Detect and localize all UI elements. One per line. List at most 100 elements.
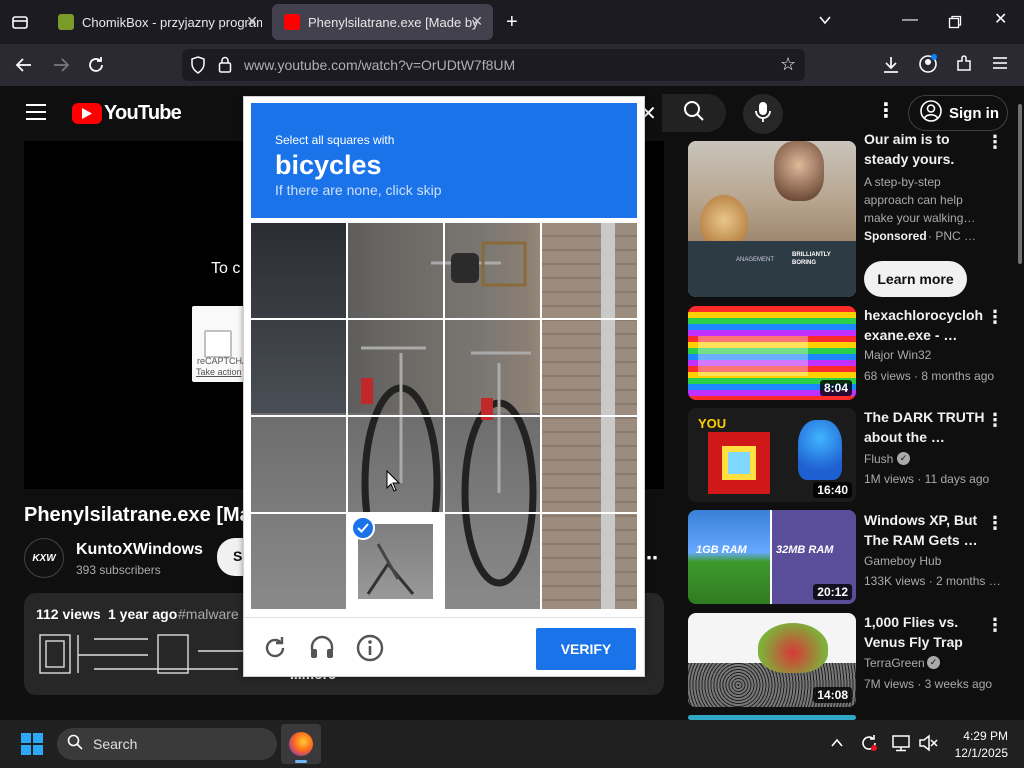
sidebar-video-more-icon[interactable]: ⋮ (986, 513, 1004, 534)
tab-chomikbox[interactable]: ChomikBox - przyjazny program ✕ (46, 4, 268, 40)
address-bar[interactable]: www.youtube.com/watch?v=OrUDtW7f8UM ☆ (182, 49, 805, 81)
grid-tile[interactable] (251, 223, 348, 320)
bookmark-star-icon[interactable]: ☆ (780, 55, 796, 73)
taskbar-search-label: Search (93, 736, 138, 752)
verify-button[interactable]: VERIFY (536, 628, 636, 670)
learn-more-button[interactable]: Learn more (864, 261, 967, 297)
sidebar-video-title[interactable]: Windows XP, But The RAM Gets … (864, 510, 992, 550)
audio-challenge-icon[interactable] (309, 634, 335, 665)
account-icon[interactable] (918, 54, 938, 77)
sync-status-icon[interactable] (860, 734, 878, 757)
recaptcha-challenge-dialog: Select all squares with bicycles If ther… (243, 96, 645, 677)
info-icon[interactable] (356, 634, 384, 667)
forward-icon[interactable] (51, 55, 71, 78)
sidebar-channel-name[interactable]: Gameboy Hub (864, 554, 941, 568)
reload-icon[interactable] (86, 55, 106, 78)
sidebar-video-title[interactable]: 1,000 Flies vs. Venus Fly Trap (864, 612, 992, 652)
sidebar-video-thumbnail[interactable]: 14:08 (688, 613, 856, 707)
sidebar-video-more-icon[interactable]: ⋮ (986, 410, 1004, 431)
hashtag-link[interactable]: #malware (178, 606, 239, 622)
video-duration: 14:08 (813, 687, 852, 703)
sidebar-video-title[interactable]: The DARK TRUTH about the … (864, 407, 992, 447)
sign-in-button[interactable]: Sign in (908, 95, 1008, 131)
settings-more-icon[interactable]: ⋮ (876, 101, 896, 121)
ad-title-line-2[interactable]: steady yours. (864, 149, 992, 169)
grid-tile[interactable] (444, 223, 541, 320)
volume-muted-icon[interactable] (918, 734, 938, 757)
grid-tile[interactable] (251, 416, 348, 513)
ad-title-line-1[interactable]: Our aim is to (864, 129, 992, 149)
sidebar-channel-name[interactable]: Flush (864, 452, 893, 466)
grid-tile[interactable] (444, 513, 541, 610)
grid-tile[interactable] (348, 416, 445, 513)
taskbar-search-box[interactable]: Search (57, 728, 277, 760)
minimize-icon[interactable]: — (902, 12, 918, 28)
channel-avatar[interactable]: KXW (24, 538, 64, 578)
video-duration: 8:04 (819, 380, 852, 396)
grid-tile[interactable] (251, 513, 348, 610)
grid-tile[interactable] (541, 320, 638, 417)
channel-name[interactable]: KuntoXWindows (76, 541, 203, 559)
menu-icon[interactable] (992, 55, 1008, 74)
recaptcha-checkbox[interactable] (204, 330, 232, 358)
grid-tile[interactable] (541, 513, 638, 610)
taskbar-time[interactable]: 4:29 PM (948, 729, 1008, 743)
network-icon[interactable] (891, 734, 911, 757)
url-text[interactable]: www.youtube.com/watch?v=OrUDtW7f8UM (244, 57, 515, 73)
image-grid (251, 223, 637, 609)
extensions-icon[interactable] (955, 55, 973, 76)
close-window-icon[interactable]: ✕ (994, 12, 1007, 28)
thumbnail-you-text: YOU (698, 416, 727, 431)
verified-badge-icon: ✓ (927, 656, 940, 669)
learn-more-label: Learn more (877, 271, 954, 287)
sidebar-video-thumbnail[interactable]: 8:04 (688, 306, 856, 400)
maximize-icon[interactable] (948, 14, 962, 32)
grid-tile[interactable] (348, 223, 445, 320)
sidebar-video-more-icon[interactable]: ⋮ (986, 615, 1004, 636)
sidebar-video-meta: 1M views · 11 days ago (864, 472, 990, 486)
tile-hit-area-grid (251, 223, 637, 609)
sidebar-video-title[interactable]: hexachlorocycloh exane.exe - … (864, 305, 992, 345)
grid-tile[interactable] (541, 223, 638, 320)
grid-tile[interactable] (444, 320, 541, 417)
tab-overview-icon[interactable] (11, 13, 29, 35)
windows-start-icon[interactable] (21, 733, 43, 760)
lock-icon[interactable] (218, 56, 232, 76)
grid-tile[interactable] (541, 416, 638, 513)
taskbar-firefox-button[interactable] (281, 724, 321, 764)
close-tab-icon[interactable]: ✕ (246, 13, 258, 30)
grid-tile[interactable] (348, 320, 445, 417)
show-hidden-icons-icon[interactable] (830, 736, 844, 755)
player-error-text: To c (211, 260, 241, 277)
sidebar-channel-name[interactable]: TerraGreen (864, 656, 925, 670)
ad-more-icon[interactable]: ⋮ (986, 132, 1004, 153)
page-scrollbar[interactable] (1018, 104, 1022, 264)
list-all-tabs-icon[interactable] (818, 13, 832, 29)
voice-search-button[interactable] (743, 94, 783, 134)
thumbnail-ram-left: 1GB RAM (696, 544, 747, 556)
take-action-link[interactable]: Take action (196, 367, 242, 377)
ad-description: A step-by-step approach can help make yo… (864, 175, 976, 225)
back-icon[interactable] (14, 55, 34, 79)
tracking-protection-shield-icon[interactable] (190, 56, 206, 77)
new-tab-icon[interactable]: + (506, 12, 518, 32)
sidebar-video-meta: 7M views · 3 weeks ago (864, 677, 993, 691)
reload-challenge-icon[interactable] (262, 635, 288, 666)
taskbar-date[interactable]: 12/1/2025 (948, 746, 1008, 760)
youtube-play-logo-icon (72, 103, 102, 124)
tab-phenylsilatrane[interactable]: Phenylsilatrane.exe [Made by @ ✕ (272, 4, 493, 40)
guide-menu-icon[interactable] (26, 103, 46, 126)
sidebar-video-thumbnail[interactable]: 1GB RAM 32MB RAM 20:12 (688, 510, 856, 604)
search-button[interactable] (662, 94, 726, 132)
grid-tile[interactable] (251, 320, 348, 417)
youtube-logo[interactable]: YouTube (72, 102, 182, 125)
sidebar-channel-name[interactable]: Major Win32 (864, 348, 931, 362)
sidebar-video-thumbnail[interactable]: YOU 16:40 (688, 408, 856, 502)
ad-banner: ANAGEMENT BRILLIANTLY BORING (688, 241, 856, 297)
sidebar-ad-thumbnail[interactable]: ANAGEMENT BRILLIANTLY BORING (688, 141, 856, 297)
sidebar-video-more-icon[interactable]: ⋮ (986, 307, 1004, 328)
close-tab-icon[interactable]: ✕ (471, 13, 483, 30)
grid-tile[interactable] (348, 513, 445, 610)
downloads-icon[interactable] (882, 55, 900, 78)
grid-tile[interactable] (444, 416, 541, 513)
